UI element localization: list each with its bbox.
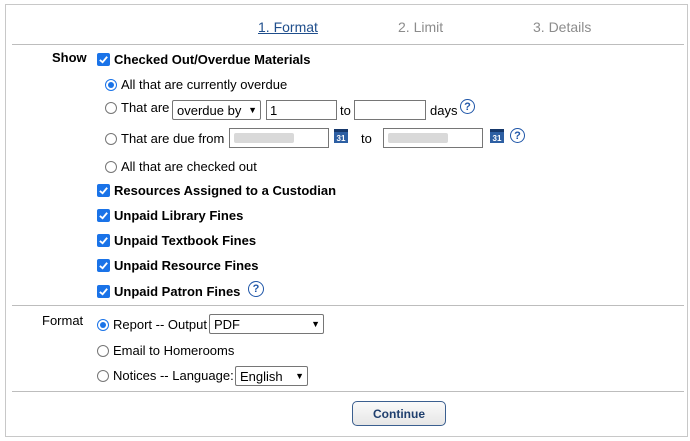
patron-fines-checkbox[interactable] bbox=[97, 285, 110, 298]
radio-that-are-label: That are bbox=[121, 100, 170, 115]
show-label: Show bbox=[52, 50, 87, 65]
chevron-down-icon: ▼ bbox=[295, 371, 304, 381]
language-select[interactable]: English ▼ bbox=[235, 366, 308, 386]
divider-middle bbox=[12, 305, 684, 306]
radio-due-from-row[interactable]: That are due from bbox=[105, 131, 224, 146]
due-to-date-input[interactable] bbox=[383, 128, 483, 148]
library-fines-label: Unpaid Library Fines bbox=[114, 208, 244, 223]
radio-that-are-row[interactable]: That are bbox=[105, 100, 169, 115]
radio-all-checked-out-row[interactable]: All that are checked out bbox=[105, 159, 257, 174]
radio-email[interactable] bbox=[97, 344, 109, 357]
output-format-value: PDF bbox=[214, 316, 240, 332]
calendar-icon[interactable]: 31 bbox=[334, 129, 348, 143]
overdue-type-select[interactable]: overdue by ▼ bbox=[172, 100, 261, 120]
format-label: Format bbox=[42, 313, 84, 328]
radio-currently-overdue[interactable] bbox=[105, 78, 117, 91]
radio-notices-row[interactable]: Notices -- Language: bbox=[97, 368, 234, 383]
divider-top bbox=[12, 44, 684, 45]
radio-notices-label: Notices -- Language: bbox=[113, 368, 234, 383]
resource-fines-checkbox[interactable] bbox=[97, 259, 110, 272]
checked-out-label: Checked Out/Overdue Materials bbox=[114, 52, 311, 67]
days-label: days bbox=[430, 103, 458, 118]
custodian-checkbox[interactable] bbox=[97, 184, 110, 197]
divider-bottom bbox=[12, 391, 684, 392]
tab-details[interactable]: 3. Details bbox=[533, 19, 591, 35]
help-icon[interactable]: ? bbox=[460, 99, 475, 114]
due-to-label: to bbox=[361, 131, 372, 146]
radio-email-label: Email to Homerooms bbox=[113, 343, 235, 358]
radio-that-are[interactable] bbox=[105, 101, 117, 114]
radio-all-checked-out-label: All that are checked out bbox=[121, 159, 257, 174]
resource-fines-label: Unpaid Resource Fines bbox=[114, 258, 259, 273]
radio-all-checked-out[interactable] bbox=[105, 160, 117, 173]
calendar-icon[interactable]: 31 bbox=[490, 129, 504, 143]
tab-limit[interactable]: 2. Limit bbox=[398, 19, 443, 35]
library-fines-checkbox-row[interactable]: Unpaid Library Fines bbox=[97, 208, 243, 223]
textbook-fines-checkbox-row[interactable]: Unpaid Textbook Fines bbox=[97, 233, 256, 248]
language-value: English bbox=[240, 368, 283, 384]
chevron-down-icon: ▼ bbox=[248, 105, 257, 115]
radio-report[interactable] bbox=[97, 318, 109, 331]
patron-fines-checkbox-row[interactable]: Unpaid Patron Fines bbox=[97, 284, 240, 299]
chevron-down-icon: ▼ bbox=[311, 319, 320, 329]
overdue-days-from-input[interactable]: 1 bbox=[266, 100, 337, 120]
help-icon[interactable]: ? bbox=[248, 281, 264, 297]
resource-fines-checkbox-row[interactable]: Unpaid Resource Fines bbox=[97, 258, 258, 273]
custodian-label: Resources Assigned to a Custodian bbox=[114, 183, 337, 198]
radio-due-from-label: That are due from bbox=[121, 131, 225, 146]
overdue-type-value: overdue by bbox=[177, 102, 242, 118]
continue-button[interactable]: Continue bbox=[352, 401, 446, 426]
library-fines-checkbox[interactable] bbox=[97, 209, 110, 222]
radio-email-row[interactable]: Email to Homerooms bbox=[97, 343, 234, 358]
patron-fines-label: Unpaid Patron Fines bbox=[114, 284, 241, 299]
radio-currently-overdue-row[interactable]: All that are currently overdue bbox=[105, 77, 287, 92]
textbook-fines-label: Unpaid Textbook Fines bbox=[114, 233, 257, 248]
output-format-select[interactable]: PDF ▼ bbox=[209, 314, 324, 334]
overdue-days-to-input[interactable] bbox=[354, 100, 426, 120]
textbook-fines-checkbox[interactable] bbox=[97, 234, 110, 247]
custodian-checkbox-row[interactable]: Resources Assigned to a Custodian bbox=[97, 183, 336, 198]
radio-due-from[interactable] bbox=[105, 132, 117, 145]
radio-notices[interactable] bbox=[97, 369, 109, 382]
checked-out-checkbox[interactable] bbox=[97, 53, 110, 66]
help-icon[interactable]: ? bbox=[510, 128, 525, 143]
radio-report-row[interactable]: Report -- Output bbox=[97, 317, 207, 332]
radio-report-label: Report -- Output bbox=[113, 317, 207, 332]
checked-out-checkbox-row[interactable]: Checked Out/Overdue Materials bbox=[97, 52, 311, 67]
due-from-date-input[interactable] bbox=[229, 128, 329, 148]
to-label: to bbox=[340, 103, 351, 118]
step-tabs: 1. Format 2. Limit 3. Details bbox=[0, 19, 690, 37]
tab-format[interactable]: 1. Format bbox=[258, 19, 318, 35]
radio-currently-overdue-label: All that are currently overdue bbox=[121, 77, 288, 92]
